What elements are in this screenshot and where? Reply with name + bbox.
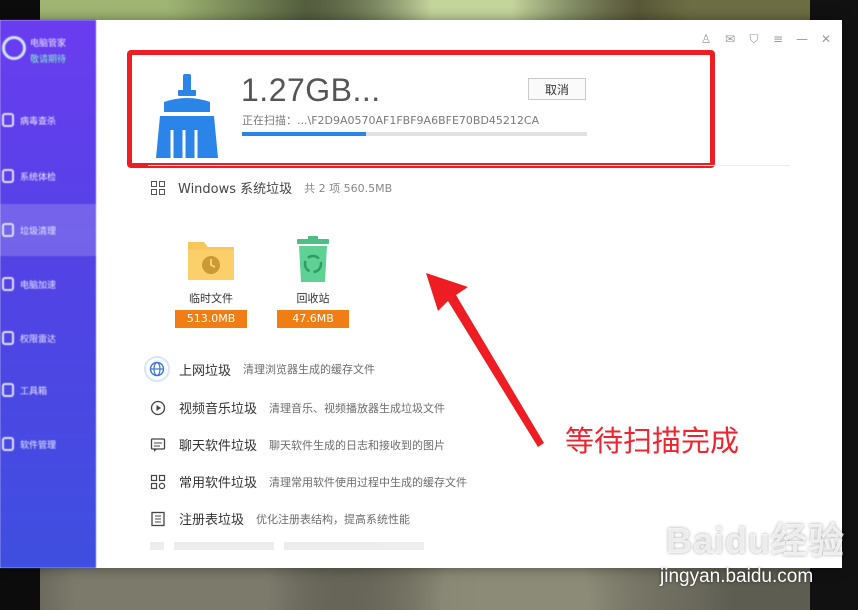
category-title: 常用软件垃圾 bbox=[179, 476, 258, 491]
category-common-software-junk[interactable]: 常用软件垃圾 清理常用软件使用过程中生成的缓存文件 bbox=[150, 472, 467, 491]
sidebar-item-junk-clean[interactable]: 垃圾清理 bbox=[0, 204, 96, 256]
sidebar-item-permission-radar[interactable]: 权限雷达 bbox=[0, 312, 96, 364]
junk-tile-recycle-bin[interactable]: 回收站 47.6MB bbox=[276, 236, 350, 328]
sidebar-item-label: 病毒查杀 bbox=[20, 116, 57, 127]
broom-icon bbox=[2, 223, 14, 237]
titlebar-controls: ♙ ✉ ⛉ ≡ — ✕ bbox=[700, 32, 832, 47]
monitor-icon bbox=[2, 169, 14, 183]
rocket-icon bbox=[2, 277, 14, 291]
shield-icon[interactable]: ⛉ bbox=[748, 32, 760, 47]
shield-icon bbox=[2, 113, 14, 127]
apps-grid-icon bbox=[150, 474, 166, 490]
sidebar-item-label: 系统体检 bbox=[20, 172, 57, 183]
sidebar-item-label: 电脑加速 bbox=[20, 280, 57, 291]
minimize-icon[interactable]: — bbox=[796, 32, 808, 47]
radar-icon bbox=[2, 331, 14, 345]
category-desc: 优化注册表结构，提高系统性能 bbox=[256, 512, 411, 526]
category-registry-junk[interactable]: 注册表垃圾 优化注册表结构，提高系统性能 bbox=[150, 509, 410, 528]
folder-clock-icon bbox=[188, 242, 234, 280]
category-chat-junk[interactable]: 聊天软件垃圾 聊天软件生成的日志和接收到的图片 bbox=[150, 435, 445, 454]
category-desc: 清理浏览器生成的缓存文件 bbox=[243, 363, 376, 376]
sidebar-item-label: 软件管理 bbox=[20, 440, 57, 451]
brand-tagline: 敬请期待 bbox=[30, 55, 67, 65]
sidebar-item-speedup[interactable]: 电脑加速 bbox=[0, 258, 96, 310]
sidebar-item-label: 权限雷达 bbox=[20, 334, 57, 345]
windows-junk-summary: 共 2 项 560.5MB bbox=[304, 181, 393, 195]
broom-icon bbox=[156, 74, 218, 158]
scan-progress-fill bbox=[242, 132, 367, 136]
annotation-arrow bbox=[426, 273, 544, 447]
windows-junk-header: Windows 系统垃圾 共 2 项 560.5MB bbox=[151, 178, 392, 197]
windows-junk-title: Windows 系统垃圾 bbox=[178, 182, 293, 197]
play-icon bbox=[150, 400, 166, 416]
sidebar-item-toolbox[interactable]: 工具箱 bbox=[0, 364, 96, 416]
category-desc: 清理常用软件使用过程中生成的缓存文件 bbox=[269, 475, 468, 489]
category-desc: 清理音乐、视频播放器生成垃圾文件 bbox=[269, 401, 446, 415]
category-desc: 聊天软件生成的日志和接收到的图片 bbox=[269, 438, 446, 452]
toolbox-icon bbox=[2, 383, 14, 397]
sidebar-item-label: 工具箱 bbox=[20, 386, 48, 397]
category-title: 聊天软件垃圾 bbox=[179, 439, 258, 454]
menu-icon[interactable]: ≡ bbox=[772, 32, 784, 47]
watermark-url: jingyan.baidu.com bbox=[660, 566, 814, 587]
annotation-text: 等待扫描完成 bbox=[565, 424, 740, 458]
windows-logo-icon bbox=[151, 180, 165, 195]
category-title: 上网垃圾 bbox=[179, 363, 232, 379]
sidebar: 电脑管家 敬请期待 病毒查杀 系统体检 垃圾清理 电脑加速 权限雷达 工具箱 软… bbox=[0, 20, 96, 568]
close-icon[interactable]: ✕ bbox=[820, 32, 832, 47]
sidebar-item-virus-scan[interactable]: 病毒查杀 bbox=[0, 94, 96, 146]
divider bbox=[148, 165, 790, 166]
category-media-junk[interactable]: 视频音乐垃圾 清理音乐、视频播放器生成垃圾文件 bbox=[150, 398, 445, 417]
watermark-logo: Baidu经验 bbox=[666, 520, 846, 561]
apps-icon bbox=[2, 437, 14, 451]
scanned-size: 1.27GB... bbox=[241, 72, 381, 108]
cut-off-row bbox=[150, 542, 424, 550]
tile-name: 回收站 bbox=[296, 292, 330, 305]
junk-tile-temp-files[interactable]: 临时文件 513.0MB bbox=[174, 236, 248, 328]
scan-progress-bar bbox=[242, 132, 587, 136]
registry-icon bbox=[150, 511, 166, 527]
category-title: 视频音乐垃圾 bbox=[179, 402, 258, 417]
brand-name: 电脑管家 bbox=[30, 39, 67, 49]
tile-name: 临时文件 bbox=[189, 292, 233, 305]
sidebar-item-label: 垃圾清理 bbox=[20, 226, 57, 237]
globe-icon bbox=[144, 356, 170, 382]
sidebar-item-software[interactable]: 软件管理 bbox=[0, 418, 96, 470]
category-web-junk[interactable]: 上网垃圾 清理浏览器生成的缓存文件 bbox=[144, 356, 376, 382]
cancel-button[interactable]: 取消 bbox=[528, 78, 586, 100]
logo-icon bbox=[2, 36, 26, 60]
sidebar-item-system-check[interactable]: 系统体检 bbox=[0, 150, 96, 202]
shirt-icon[interactable]: ♙ bbox=[700, 32, 712, 47]
scan-status: 正在扫描：...\F2D9A0570AF1FBF9A6BFE70BD45212C… bbox=[242, 114, 540, 127]
tile-size-badge: 513.0MB bbox=[175, 310, 247, 328]
chat-icon bbox=[150, 437, 166, 453]
recycle-bin-icon bbox=[297, 236, 329, 282]
app-logo: 电脑管家 敬请期待 bbox=[2, 32, 88, 72]
mail-icon[interactable]: ✉ bbox=[724, 32, 736, 47]
tile-size-badge: 47.6MB bbox=[277, 310, 349, 328]
category-title: 注册表垃圾 bbox=[179, 513, 245, 528]
